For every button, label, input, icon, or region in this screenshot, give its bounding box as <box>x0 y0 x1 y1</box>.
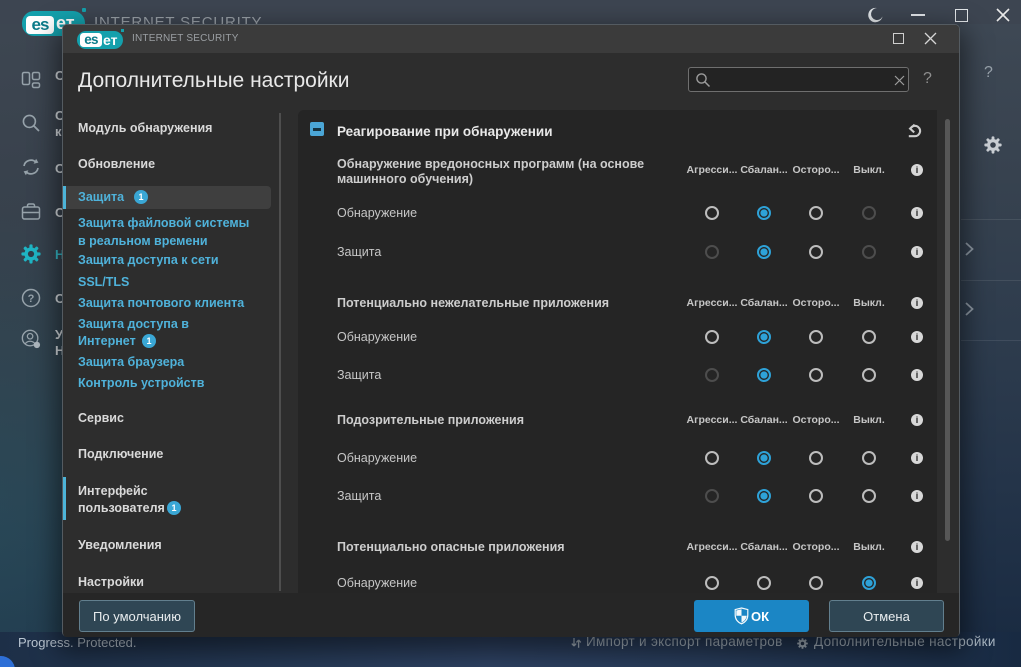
svg-text:?: ? <box>28 293 35 305</box>
